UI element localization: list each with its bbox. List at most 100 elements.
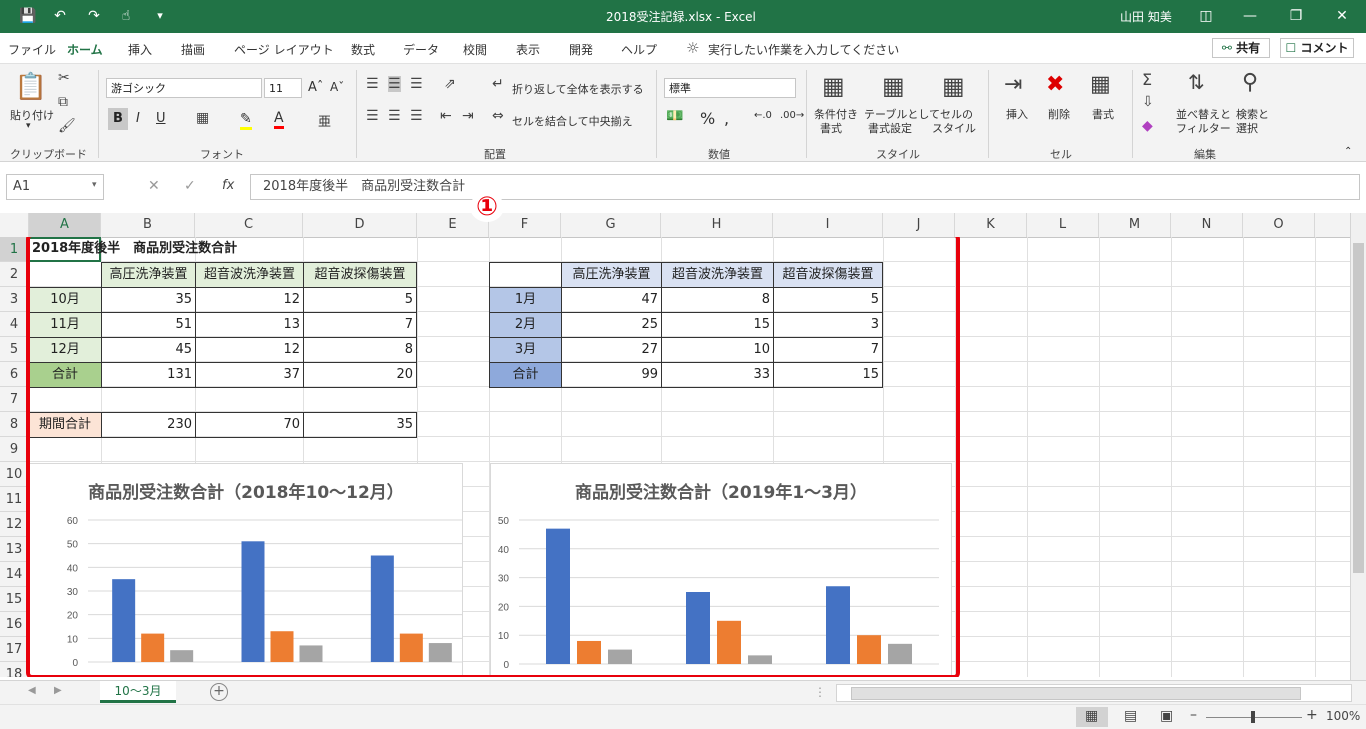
column-header-G[interactable]: G	[561, 213, 661, 237]
decrease-indent-icon[interactable]: ⇤	[440, 108, 452, 124]
save-icon[interactable]: 💾	[18, 6, 38, 26]
orientation-icon[interactable]: ⇗	[444, 76, 456, 92]
page-break-view-icon[interactable]: ▣	[1160, 708, 1173, 724]
delete-cells-button[interactable]: 削除	[1048, 106, 1070, 122]
increase-decimal-icon[interactable]: ←.0	[754, 110, 772, 121]
collapse-ribbon-icon[interactable]: ⌃	[1344, 146, 1352, 157]
align-middle-icon[interactable]: ☰	[388, 76, 401, 92]
format-cells-icon[interactable]: ▦	[1090, 72, 1111, 97]
tab-draw[interactable]: 描画	[181, 41, 205, 58]
minimize-icon[interactable]: —	[1240, 6, 1260, 26]
format-cells-button[interactable]: 書式	[1092, 106, 1114, 122]
row-header-13[interactable]: 13	[0, 537, 28, 562]
find-select-icon[interactable]: ⚲	[1242, 70, 1258, 95]
page-layout-view-icon[interactable]: ▤	[1124, 708, 1137, 724]
restore-icon[interactable]: ❐	[1286, 6, 1306, 26]
column-header-M[interactable]: M	[1099, 213, 1171, 237]
row-header-5[interactable]: 5	[0, 337, 28, 362]
tabbar-resize-icon[interactable]: ⋮	[814, 685, 826, 699]
paste-dropdown-icon[interactable]: ▾	[26, 121, 31, 131]
column-header-I[interactable]: I	[773, 213, 883, 237]
merge-center-icon[interactable]: ⇔	[492, 108, 504, 124]
row-header-18[interactable]: 18	[0, 662, 28, 677]
insert-cells-icon[interactable]: ⇥	[1004, 72, 1022, 97]
merge-center-button[interactable]: セルを結合して中央揃え	[512, 113, 633, 129]
paste-icon[interactable]: 📋	[14, 72, 48, 108]
share-button[interactable]: ⚯ 共有	[1212, 38, 1270, 58]
redo-icon[interactable]: ↷	[84, 6, 104, 26]
fill-color-icon[interactable]: ✎	[240, 111, 252, 130]
tab-review[interactable]: 校閲	[463, 41, 487, 58]
column-header-J[interactable]: J	[883, 213, 955, 237]
insert-function-icon[interactable]: fx	[222, 178, 234, 193]
align-top-icon[interactable]: ☰	[366, 76, 379, 92]
tab-developer[interactable]: 開発	[569, 41, 593, 58]
font-size-box[interactable]: 11	[264, 78, 302, 98]
percent-icon[interactable]: %	[700, 109, 715, 128]
row-header-3[interactable]: 3	[0, 287, 28, 312]
column-header-D[interactable]: D	[303, 213, 417, 237]
vertical-scrollbar[interactable]	[1350, 213, 1366, 680]
undo-icon[interactable]: ↶	[50, 6, 70, 26]
worksheet-grid[interactable]: 1 2 3 4 5 6 7 8 9 10 11 12 13 14 15 16 1…	[0, 237, 1352, 677]
prev-sheet-icon[interactable]: ◀	[28, 685, 36, 696]
column-header-C[interactable]: C	[195, 213, 303, 237]
next-sheet-icon[interactable]: ▶	[54, 685, 62, 696]
column-header-A[interactable]: A	[29, 213, 101, 237]
row-header-8[interactable]: 8	[0, 412, 28, 437]
zoom-out-icon[interactable]: –	[1190, 707, 1197, 723]
wrap-text-button[interactable]: 折り返して全体を表示する	[512, 81, 644, 97]
sort-filter-icon[interactable]: ⇅	[1188, 70, 1205, 94]
copy-icon[interactable]: ⧉	[58, 94, 68, 110]
tab-formulas[interactable]: 数式	[351, 41, 375, 58]
tab-data[interactable]: データ	[403, 41, 439, 58]
font-name-box[interactable]: 游ゴシック	[106, 78, 262, 98]
enter-icon[interactable]: ✓	[184, 178, 196, 194]
conditional-format-line2[interactable]: 書式	[820, 120, 842, 136]
autosum-icon[interactable]: Σ	[1142, 70, 1152, 89]
conditional-format-icon[interactable]: ▦	[822, 72, 845, 100]
cell-styles-icon[interactable]: ▦	[942, 72, 965, 100]
select-all-corner[interactable]	[0, 213, 29, 237]
comma-icon[interactable]: ,	[724, 109, 729, 128]
insert-cells-button[interactable]: 挿入	[1006, 106, 1028, 122]
align-left-icon[interactable]: ☰	[366, 108, 379, 124]
borders-icon[interactable]: ▦	[196, 110, 209, 126]
touch-mode-icon[interactable]: ☝	[116, 6, 136, 26]
row-header-9[interactable]: 9	[0, 437, 28, 462]
bold-button[interactable]: B	[108, 108, 128, 130]
row-header-16[interactable]: 16	[0, 612, 28, 637]
row-header-2[interactable]: 2	[0, 262, 28, 287]
tab-insert[interactable]: 挿入	[128, 41, 152, 58]
delete-cells-icon[interactable]: ✖	[1046, 72, 1064, 97]
user-name[interactable]: 山田 知美	[1120, 8, 1172, 25]
name-box-dropdown-icon[interactable]: ▾	[92, 180, 97, 190]
ribbon-display-icon[interactable]: ◫	[1196, 6, 1216, 26]
column-header-K[interactable]: K	[955, 213, 1027, 237]
close-icon[interactable]: ✕	[1332, 6, 1352, 26]
currency-icon[interactable]: 💵	[666, 108, 683, 124]
increase-indent-icon[interactable]: ⇥	[462, 108, 474, 124]
increase-font-icon[interactable]: Aˆ	[308, 80, 323, 95]
row-header-14[interactable]: 14	[0, 562, 28, 587]
format-as-table-line2[interactable]: 書式設定	[868, 120, 912, 136]
fill-icon[interactable]: ⇩	[1142, 94, 1154, 110]
formula-input[interactable]: 2018年度後半 商品別受注数合計	[250, 174, 1360, 200]
column-header-B[interactable]: B	[101, 213, 195, 237]
column-header-L[interactable]: L	[1027, 213, 1099, 237]
decrease-decimal-icon[interactable]: .00→	[780, 110, 804, 121]
format-as-table-icon[interactable]: ▦	[882, 72, 905, 100]
zoom-level[interactable]: 100%	[1326, 709, 1360, 723]
zoom-in-icon[interactable]: +	[1306, 707, 1318, 723]
tab-page-layout[interactable]: ページ レイアウト	[234, 41, 334, 58]
find-select-line2[interactable]: 選択	[1236, 120, 1258, 136]
row-header-10[interactable]: 10	[0, 462, 28, 487]
wrap-text-icon[interactable]: ↵	[492, 76, 504, 92]
horizontal-scrollbar[interactable]	[836, 684, 1352, 702]
row-header-1[interactable]: 1	[0, 237, 28, 262]
tell-me-box[interactable]: 実行したい作業を入力してください	[708, 41, 899, 58]
align-right-icon[interactable]: ☰	[410, 108, 423, 124]
sort-filter-line2[interactable]: フィルター	[1176, 120, 1231, 136]
zoom-slider-handle[interactable]	[1251, 711, 1255, 723]
comment-button[interactable]: ☐ コメント	[1280, 38, 1354, 58]
